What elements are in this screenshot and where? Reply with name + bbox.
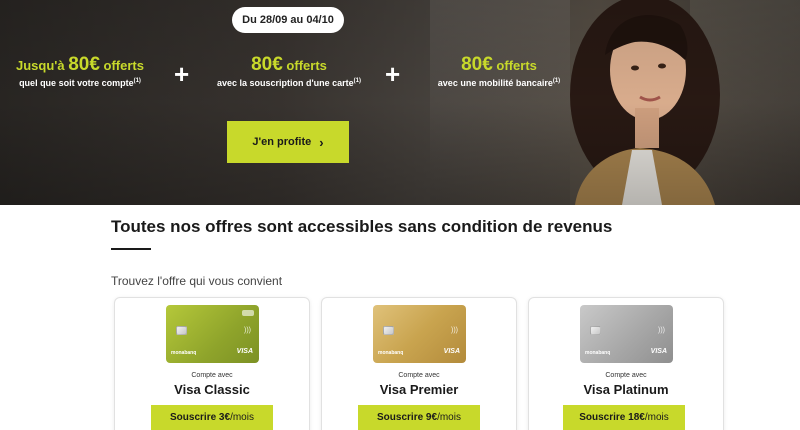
cta-button[interactable]: J'en profite › bbox=[227, 121, 349, 163]
subscribe-visa-platinum-button[interactable]: Souscrire 18€/mois bbox=[563, 405, 685, 430]
account-label: Compte avec bbox=[398, 372, 440, 379]
visa-premier-card-image: ))) monabanq VISA bbox=[373, 305, 466, 363]
chip-icon bbox=[383, 326, 394, 335]
offer-detail: avec une mobilité bancaire(1) bbox=[437, 78, 561, 88]
card-tag bbox=[242, 310, 254, 316]
card-bank-logo: monabanq bbox=[585, 350, 611, 356]
offer-card-visa-premier: ))) monabanq VISA Compte avec Visa Premi… bbox=[321, 297, 517, 430]
cta-label: J'en profite bbox=[252, 136, 312, 148]
offer-detail: quel que soit votre compte(1) bbox=[19, 78, 141, 88]
chevron-right-icon: › bbox=[319, 134, 324, 150]
chip-icon bbox=[176, 326, 187, 335]
visa-logo: VISA bbox=[650, 348, 667, 355]
visa-classic-card-image: ))) monabanq VISA bbox=[166, 305, 259, 363]
visa-logo: VISA bbox=[236, 348, 253, 355]
contactless-icon: ))) bbox=[244, 327, 251, 334]
chip-icon bbox=[590, 326, 601, 335]
offer-card-subscription: 80€ offerts avec la souscription d'une c… bbox=[205, 54, 373, 88]
hero-overlay bbox=[0, 0, 800, 205]
card-bank-logo: monabanq bbox=[171, 350, 197, 356]
contactless-icon: ))) bbox=[451, 327, 458, 334]
offer-card-visa-classic: ))) monabanq VISA Compte avec Visa Class… bbox=[114, 297, 310, 430]
page-headline: Toutes nos offres sont accessibles sans … bbox=[111, 217, 613, 236]
plus-icon: + bbox=[385, 59, 401, 89]
account-label: Compte avec bbox=[605, 372, 647, 379]
subscribe-visa-premier-button[interactable]: Souscrire 9€/mois bbox=[358, 405, 480, 430]
card-bank-logo: monabanq bbox=[378, 350, 404, 356]
offer-amount: Jusqu'à 80€ offerts bbox=[16, 54, 144, 75]
section-subtitle: Trouvez l'offre qui vous convient bbox=[111, 274, 283, 288]
visa-platinum-card-image: ))) monabanq VISA bbox=[580, 305, 673, 363]
card-name: Visa Platinum bbox=[583, 382, 669, 397]
headline-underline bbox=[111, 248, 151, 250]
visa-logo: VISA bbox=[443, 348, 460, 355]
card-name: Visa Premier bbox=[379, 382, 459, 397]
account-label: Compte avec bbox=[191, 372, 233, 379]
date-range-badge: Du 28/09 au 04/10 bbox=[232, 7, 344, 33]
subscribe-visa-classic-button[interactable]: Souscrire 3€/mois bbox=[151, 405, 273, 430]
offer-any-account: Jusqu'à 80€ offerts quel que soit votre … bbox=[10, 54, 150, 88]
contactless-icon: ))) bbox=[658, 327, 665, 334]
card-name: Visa Classic bbox=[174, 382, 250, 397]
offer-amount: 80€ offerts bbox=[461, 54, 537, 75]
plus-icon: + bbox=[174, 59, 190, 89]
offer-card-visa-platinum: ))) monabanq VISA Compte avec Visa Plati… bbox=[528, 297, 724, 430]
offer-amount: 80€ offerts bbox=[251, 54, 327, 75]
offer-bank-mobility: 80€ offerts avec une mobilité bancaire(1… bbox=[424, 54, 574, 88]
offer-detail: avec la souscription d'une carte(1) bbox=[216, 78, 362, 88]
hero-banner: Du 28/09 au 04/10 Jusqu'à 80€ offerts qu… bbox=[0, 0, 800, 205]
